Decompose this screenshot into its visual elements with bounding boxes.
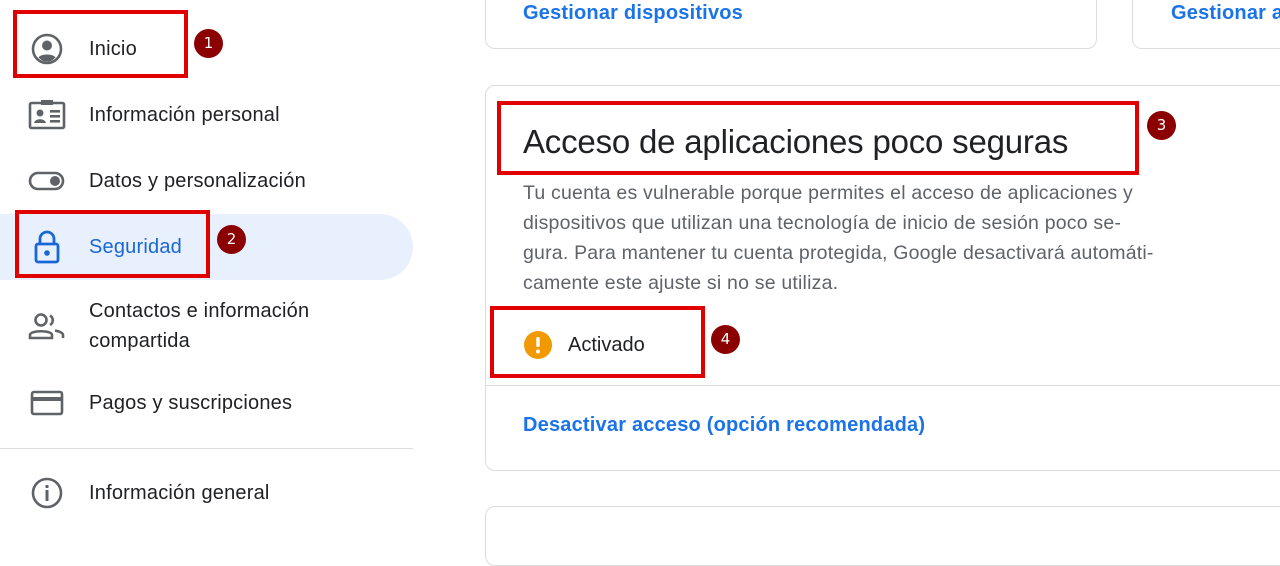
annotation-badge-3: 3: [1147, 111, 1176, 140]
sidebar-item-label: Contactos e información compartida: [89, 300, 310, 352]
sidebar-item-pagos[interactable]: Pagos y suscripciones: [0, 370, 413, 436]
manage-devices-link[interactable]: Gestionar dispositivos: [523, 2, 743, 25]
secondary-card: Gestionar a: [1132, 0, 1280, 49]
account-circle-icon: [28, 30, 66, 68]
toggle-icon: [28, 162, 66, 200]
next-card: [485, 506, 1280, 566]
annotation-badge-1: 1: [194, 29, 223, 58]
description-line: gura. Para mantener tu cuenta protegida,…: [523, 242, 1154, 264]
credit-card-icon: [28, 384, 66, 422]
card-title: Acceso de aplicaciones poco seguras: [523, 123, 1069, 160]
id-card-icon: [28, 96, 66, 134]
sidebar-item-label: Inicio: [89, 38, 137, 60]
sidebar-item-label: Datos y personalización: [89, 170, 306, 192]
description-line: camente este ajuste si no se utiliza.: [523, 272, 839, 294]
sidebar-item-label: Información personal: [89, 104, 280, 126]
people-icon: [28, 307, 66, 345]
warning-icon: [523, 330, 553, 360]
disable-access-link[interactable]: Desactivar acceso (opción recomendada): [523, 414, 925, 437]
sidebar-item-informacion-general[interactable]: Información general: [0, 460, 413, 526]
lock-icon: [28, 228, 66, 266]
status-indicator: Activado: [523, 330, 645, 360]
less-secure-apps-card: Acceso de aplicaciones poco seguras Tu c…: [485, 85, 1280, 471]
sidebar-item-label: Pagos y suscripciones: [89, 392, 293, 414]
sidebar-item-datos[interactable]: Datos y personalización: [0, 148, 413, 214]
card-divider: [486, 385, 1280, 386]
sidebar-item-informacion-personal[interactable]: Información personal: [0, 82, 413, 148]
sidebar-nav: Inicio Información personal Datos y pers…: [0, 0, 413, 533]
sidebar-item-seguridad[interactable]: Seguridad: [0, 214, 413, 280]
devices-card: Gestionar dispositivos: [485, 0, 1097, 49]
sidebar-item-label: Información general: [89, 482, 270, 504]
annotation-badge-4: 4: [711, 325, 740, 354]
description-line: dispositivos que utilizan una tecnología…: [523, 212, 1122, 234]
card-description: Tu cuenta es vulnerable porque permites …: [523, 178, 1213, 298]
sidebar-divider: [0, 448, 413, 449]
info-icon: [28, 474, 66, 512]
manage-secondary-link[interactable]: Gestionar a: [1171, 2, 1280, 25]
status-label: Activado: [568, 333, 645, 356]
description-line: Tu cuenta es vulnerable porque permites …: [523, 182, 1133, 204]
annotation-badge-2: 2: [217, 225, 246, 254]
sidebar-item-contactos[interactable]: Contactos e información compartida: [0, 290, 413, 362]
sidebar-item-label: Seguridad: [89, 236, 182, 258]
